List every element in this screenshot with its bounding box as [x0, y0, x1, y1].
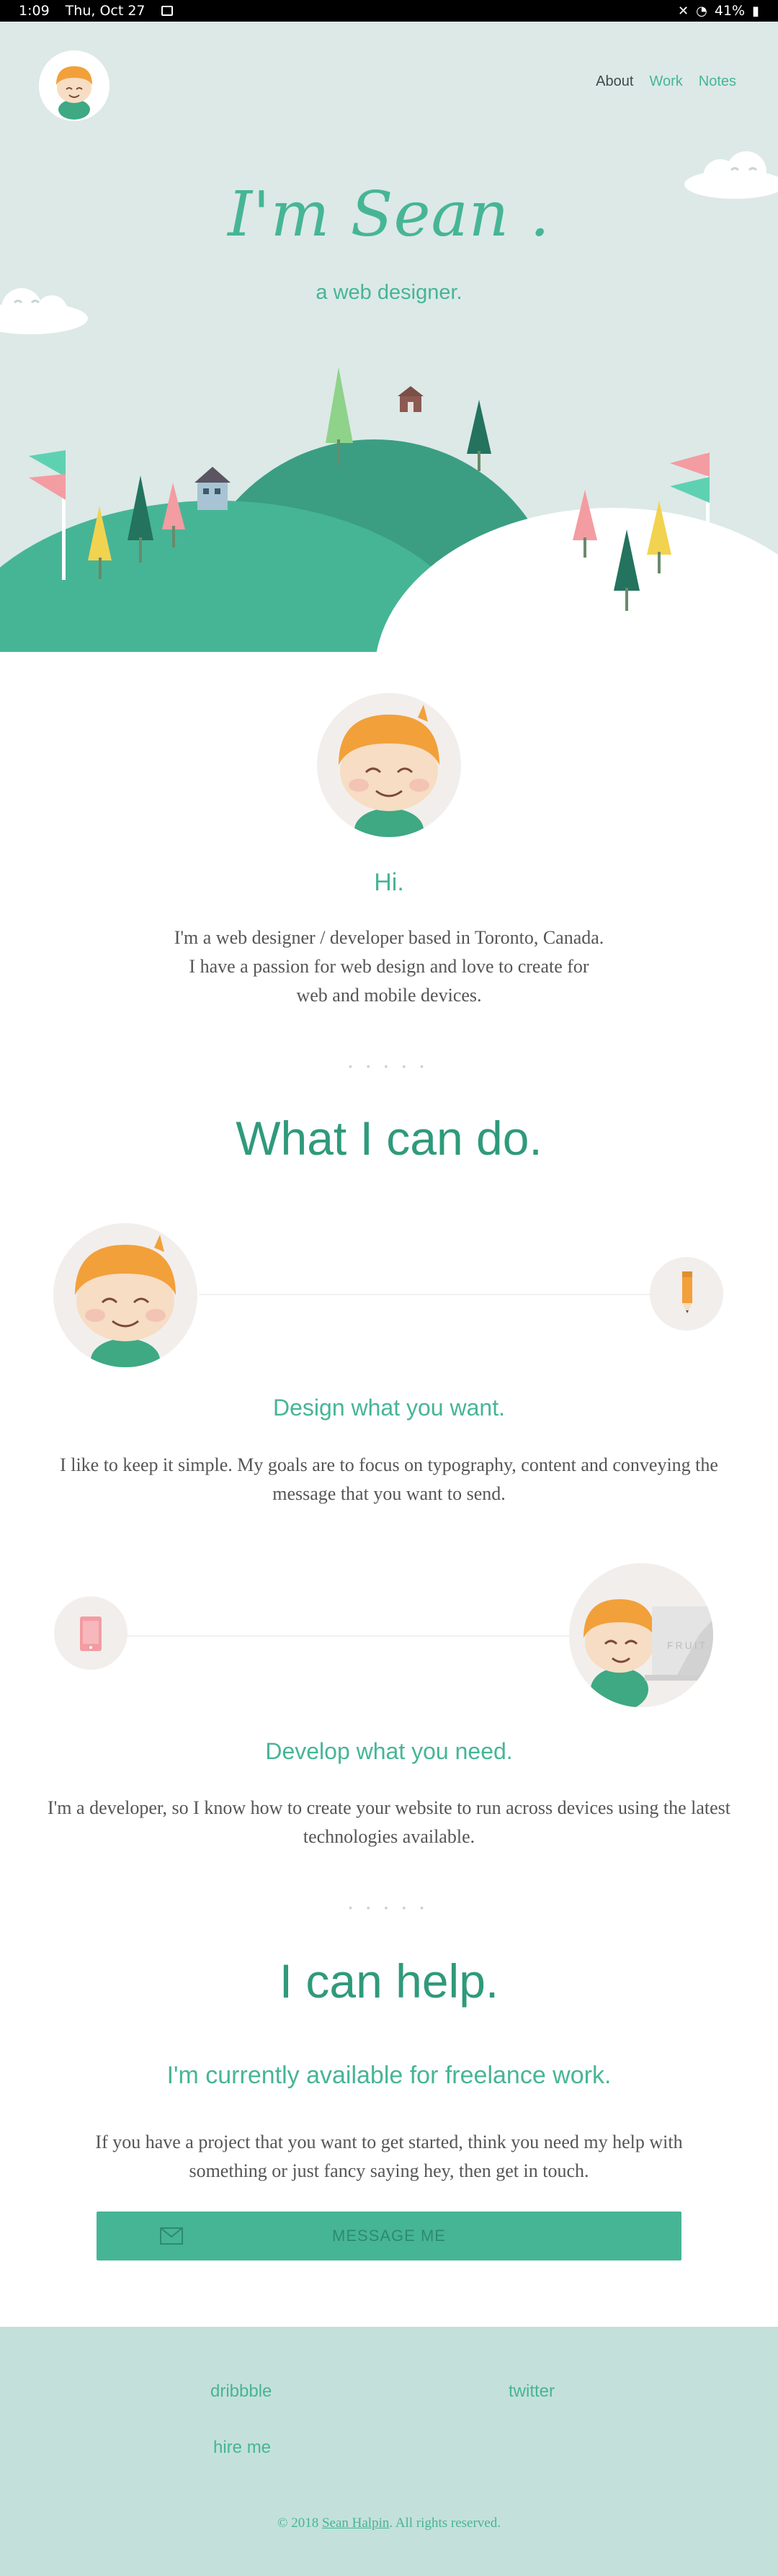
help-title: I can help.: [279, 1954, 499, 2008]
hero-landscape-illustration: [0, 151, 778, 652]
hero-title: I'm Sean .: [228, 179, 550, 251]
phone-icon-circle: [54, 1596, 128, 1670]
skills-title: What I can do.: [236, 1112, 542, 1165]
help-text: If you have a project that you want to g…: [95, 2132, 683, 2181]
copyright: © 2018 Sean Halpin. All rights reserved.: [0, 2515, 778, 2531]
hero-section: About Work Notes I'm Sean . a web design…: [0, 22, 778, 652]
nav-work[interactable]: Work: [649, 73, 682, 90]
status-bar: 1:09 Thu, Oct 27 ✕ ◔ 41% ▮: [0, 0, 778, 22]
avatar-icon: [75, 1235, 176, 1367]
hero-subtitle: a web designer.: [316, 281, 462, 304]
status-time: 1:09: [19, 3, 50, 19]
logo-avatar[interactable]: [39, 50, 109, 121]
message-me-label: MESSAGE ME: [332, 2227, 446, 2245]
footer: dribbble twitter hire me © 2018 Sean Hal…: [0, 2327, 778, 2576]
status-date: Thu, Oct 27: [65, 3, 146, 19]
develop-heading: Develop what you need.: [265, 1738, 513, 1764]
copyright-author-link[interactable]: Sean Halpin: [322, 2515, 389, 2531]
avatar-at-computer-icon: [584, 1599, 713, 1707]
avatar-icon: [39, 50, 109, 121]
nav-notes[interactable]: Notes: [699, 73, 736, 90]
nav-about[interactable]: About: [596, 73, 633, 90]
footer-link-hire-me[interactable]: hire me: [213, 2438, 271, 2458]
avatar-icon: [339, 705, 439, 837]
battery-icon: ▮: [752, 3, 759, 19]
section-divider: • • • • •: [348, 1902, 430, 1913]
pencil-icon: [682, 1271, 692, 1313]
monitor-label: FRUIT: [667, 1640, 708, 1651]
top-navigation: About Work Notes: [596, 73, 736, 90]
intro-text: I'm a web designer / developer based in …: [174, 927, 604, 1006]
footer-link-twitter[interactable]: twitter: [509, 2382, 555, 2402]
pencil-icon-circle: [650, 1257, 723, 1331]
design-heading: Design what you want.: [273, 1395, 505, 1421]
design-avatar: [53, 1223, 197, 1367]
design-text: I like to keep it simple. My goals are t…: [60, 1454, 718, 1504]
phone-icon: [80, 1616, 102, 1651]
wifi-icon: ◔: [696, 3, 707, 19]
divider-line: [125, 1635, 586, 1637]
mail-icon: [160, 2227, 183, 2245]
copyright-suffix: . All rights reserved.: [389, 2515, 501, 2531]
footer-link-dribbble[interactable]: dribbble: [210, 2382, 272, 2402]
image-notification-icon: [161, 6, 173, 16]
section-divider: • • • • •: [348, 1060, 430, 1072]
help-subtitle: I'm currently available for freelance wo…: [166, 2062, 612, 2089]
intro-heading: Hi.: [374, 869, 404, 896]
develop-avatar: FRUIT: [569, 1563, 713, 1707]
develop-text: I'm a developer, so I know how to create…: [47, 1797, 731, 1847]
battery-level: 41%: [714, 3, 746, 19]
divider-line: [199, 1294, 653, 1295]
mute-icon: ✕: [678, 3, 689, 19]
message-me-button[interactable]: MESSAGE ME: [97, 2211, 681, 2260]
copyright-prefix: © 2018: [277, 2515, 319, 2531]
intro-avatar: [317, 693, 461, 837]
